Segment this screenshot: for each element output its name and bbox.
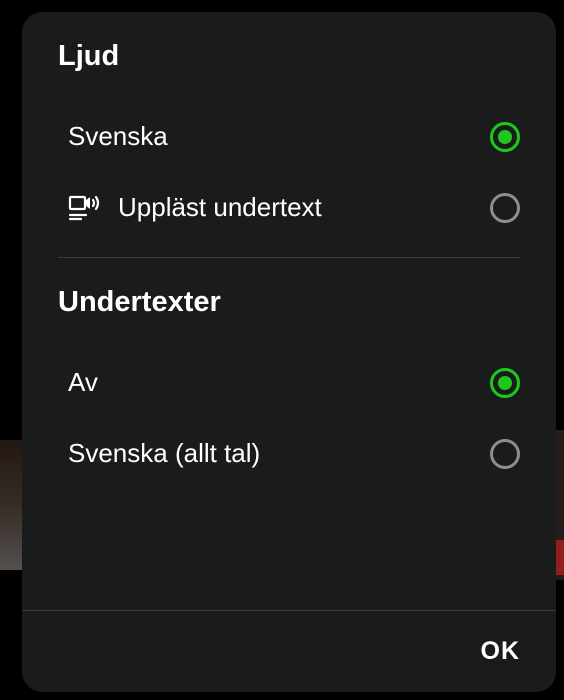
radio-selected-icon: [490, 368, 520, 398]
background-video-sliver-left: [0, 440, 22, 570]
radio-unselected-icon: [490, 439, 520, 469]
audio-option-label: Svenska: [68, 121, 168, 152]
audio-section-title: Ljud: [58, 40, 520, 73]
ok-button[interactable]: OK: [481, 637, 521, 666]
subtitles-section-title: Undertexter: [58, 286, 520, 319]
radio-selected-icon: [490, 122, 520, 152]
subtitles-section: Undertexter Av Svenska (allt tal): [22, 258, 556, 489]
modal-footer: OK: [22, 610, 556, 692]
subtitles-option-label: Svenska (allt tal): [68, 438, 260, 469]
audio-description-icon: [68, 193, 102, 223]
audio-option-spoken-subtitles[interactable]: Uppläst undertext: [58, 172, 520, 243]
audio-subtitles-modal: Ljud Svenska Uppläst: [22, 12, 556, 692]
subtitles-option-label: Av: [68, 367, 98, 398]
audio-option-svenska[interactable]: Svenska: [58, 101, 520, 172]
subtitles-option-svenska-all[interactable]: Svenska (allt tal): [58, 418, 520, 489]
radio-unselected-icon: [490, 193, 520, 223]
background-video-sliver-right-red: [556, 540, 564, 575]
audio-section: Ljud Svenska Uppläst: [22, 12, 556, 258]
subtitles-option-off[interactable]: Av: [58, 347, 520, 418]
audio-option-label: Uppläst undertext: [118, 192, 322, 223]
